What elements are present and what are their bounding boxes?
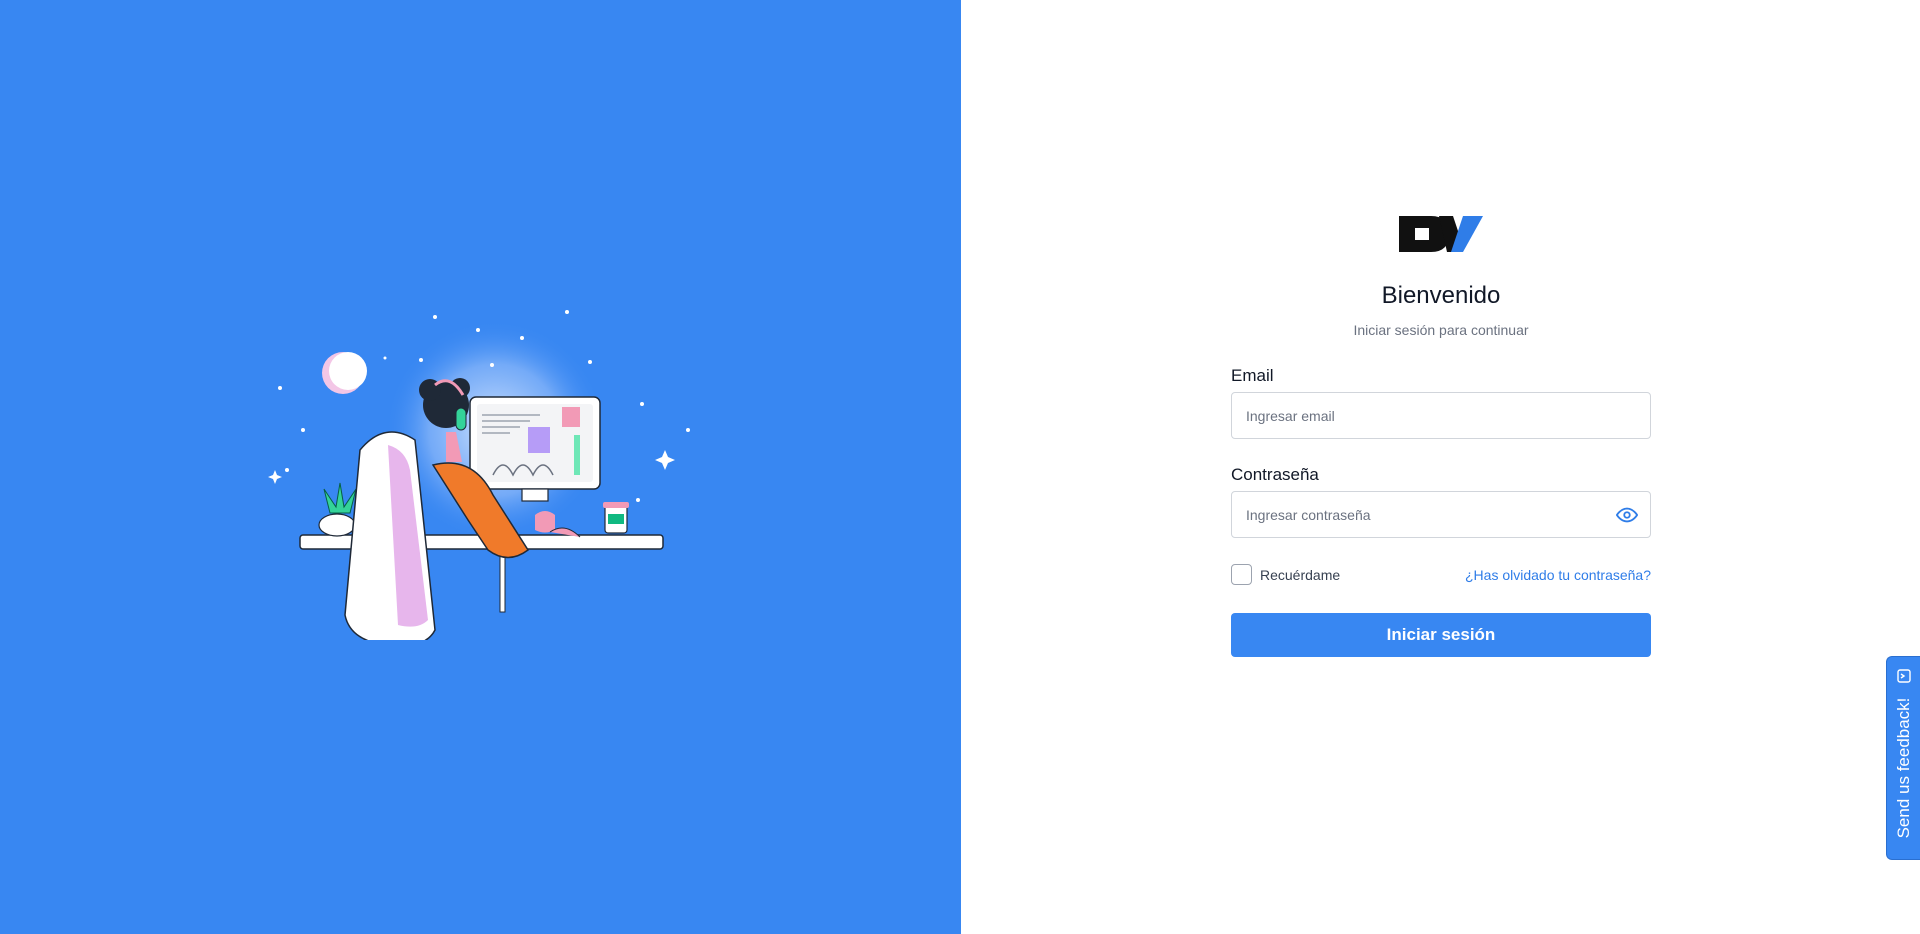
- email-field[interactable]: [1231, 392, 1651, 439]
- illustration-panel: [0, 0, 961, 934]
- login-form: Email Contraseña Recuérdame: [1231, 366, 1651, 657]
- dv-logo: [1399, 216, 1483, 252]
- login-panel: Bienvenido Iniciar sesión para continuar…: [961, 0, 1920, 934]
- feedback-tab-label: Send us feedback!: [1893, 697, 1913, 839]
- password-field[interactable]: [1231, 491, 1651, 538]
- feedback-tab[interactable]: Send us feedback!: [1886, 656, 1920, 860]
- login-options-row: Recuérdame ¿Has olvidado tu contraseña?: [1231, 564, 1651, 585]
- remember-me-checkbox[interactable]: [1231, 564, 1252, 585]
- forgot-password-link[interactable]: ¿Has olvidado tu contraseña?: [1465, 567, 1651, 583]
- remember-me-toggle[interactable]: Recuérdame: [1231, 564, 1340, 585]
- page-title: Bienvenido: [1381, 282, 1501, 309]
- person-at-computer-illustration: [268, 310, 690, 640]
- email-field-wrapper: [1231, 392, 1651, 439]
- password-label: Contraseña: [1231, 465, 1319, 484]
- password-field-wrapper: [1231, 491, 1651, 538]
- email-label: Email: [1231, 366, 1274, 385]
- eye-icon[interactable]: [1615, 503, 1639, 527]
- login-form-container: Bienvenido Iniciar sesión para continuar…: [1231, 210, 1651, 657]
- remember-me-label: Recuérdame: [1260, 566, 1341, 583]
- page-subtitle: Iniciar sesión para continuar: [1353, 322, 1529, 338]
- login-submit-button[interactable]: Iniciar sesión: [1231, 613, 1651, 657]
- feedback-icon: [1897, 669, 1911, 683]
